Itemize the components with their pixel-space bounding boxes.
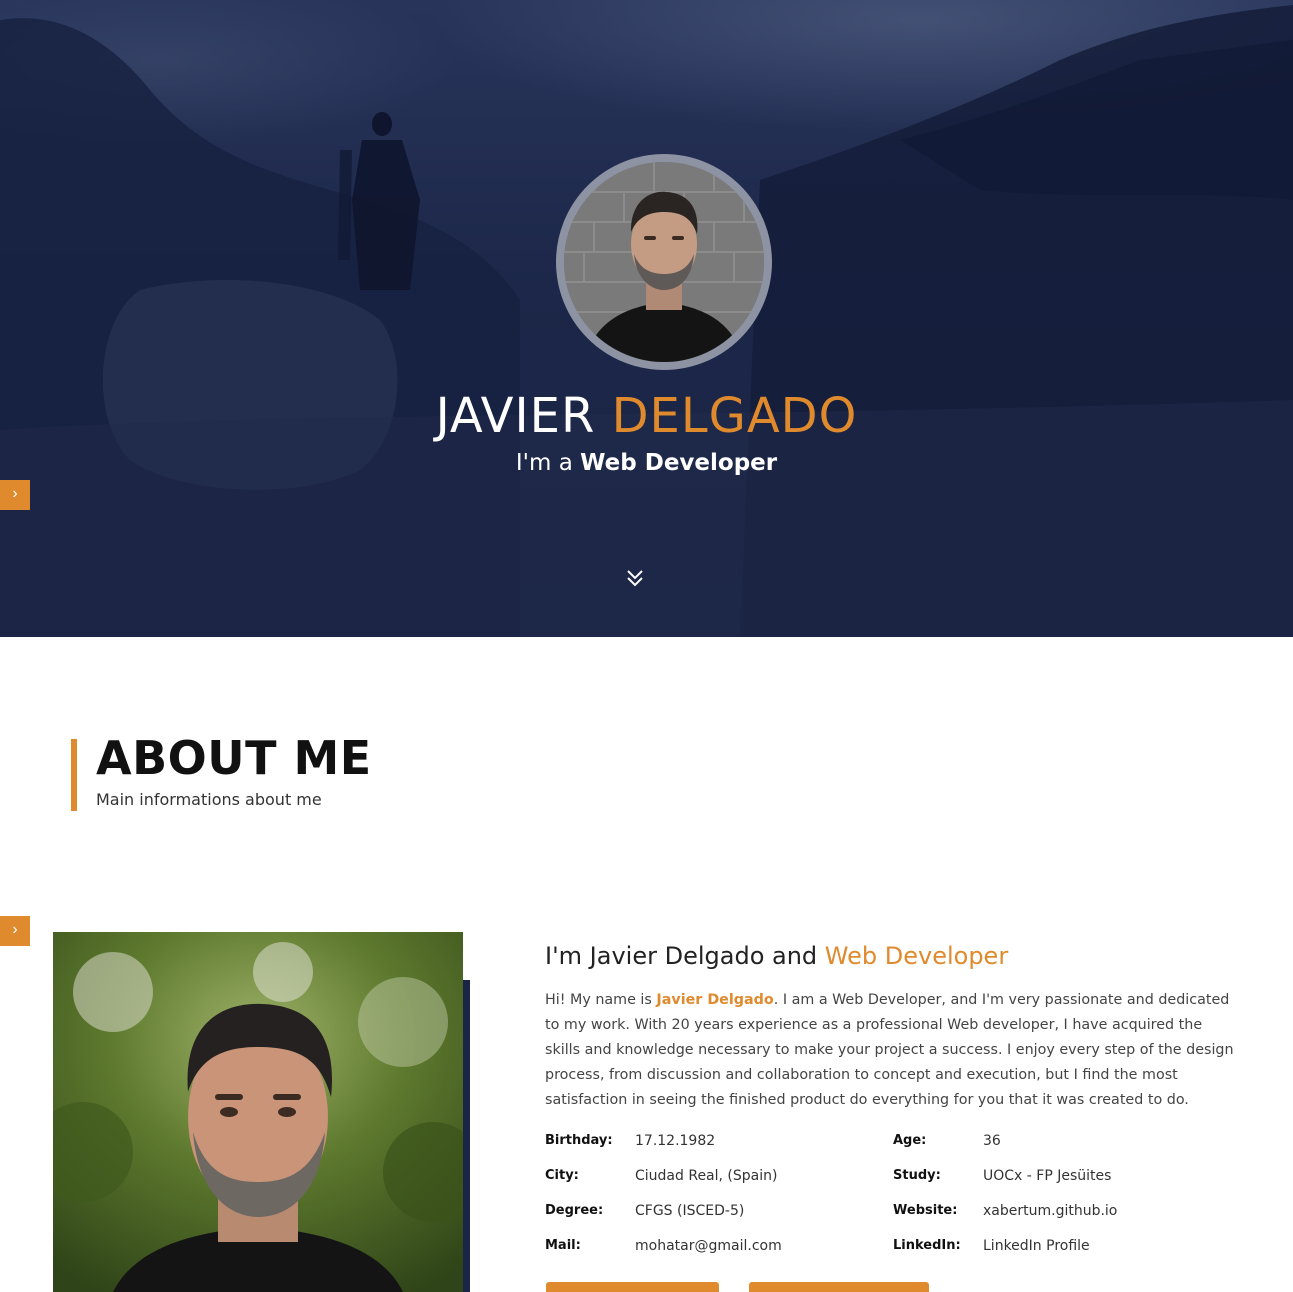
bio-text: . I am a Web Developer, and I'm very pas… bbox=[545, 992, 1234, 1108]
hero-subtitle-prefix: I'm a bbox=[515, 450, 573, 476]
secondary-action-button[interactable] bbox=[749, 1282, 929, 1292]
hero-subtitle: I'm a Web Developer bbox=[0, 448, 1293, 478]
sidebar-toggle-button[interactable]: › bbox=[0, 480, 30, 510]
sidebar-toggle-button-secondary[interactable]: › bbox=[0, 916, 30, 946]
scroll-down-button[interactable] bbox=[624, 567, 646, 589]
section-subtitle: Main informations about me bbox=[96, 790, 322, 809]
chevron-right-icon: › bbox=[12, 921, 18, 938]
hero-section: JAVIER DELGADO I'm a Web Developer › bbox=[0, 0, 1293, 637]
detail-value: CFGS (ISCED-5) bbox=[635, 1203, 745, 1219]
detail-label: Website: bbox=[893, 1203, 958, 1218]
hero-subtitle-role: Web Developer bbox=[580, 450, 778, 476]
detail-value: 17.12.1982 bbox=[635, 1133, 716, 1149]
about-heading-prefix: I'm Javier Delgado and bbox=[545, 942, 818, 970]
hero-first-name: JAVIER bbox=[435, 388, 596, 444]
website-link[interactable]: xabertum.github.io bbox=[983, 1203, 1117, 1219]
primary-action-button[interactable] bbox=[546, 1282, 719, 1292]
chevron-right-icon: › bbox=[12, 485, 18, 502]
detail-value: Ciudad Real, (Spain) bbox=[635, 1168, 778, 1184]
detail-label: Study: bbox=[893, 1168, 941, 1183]
section-title: ABOUT ME bbox=[96, 731, 372, 785]
hero-name: JAVIER DELGADO bbox=[0, 384, 1293, 448]
about-photo-frame bbox=[53, 932, 470, 1292]
email-link[interactable]: mohatar@gmail.com bbox=[635, 1238, 782, 1254]
hero-last-name: DELGADO bbox=[611, 388, 858, 444]
detail-label: Age: bbox=[893, 1133, 927, 1148]
detail-label: Degree: bbox=[545, 1203, 604, 1218]
detail-value: 36 bbox=[983, 1133, 1001, 1149]
bio-intro: Hi! My name is bbox=[545, 992, 652, 1008]
double-chevron-down-icon bbox=[627, 570, 643, 587]
about-bio: Hi! My name is Javier Delgado. I am a We… bbox=[545, 988, 1240, 1113]
detail-label: LinkedIn: bbox=[893, 1238, 961, 1253]
detail-label: City: bbox=[545, 1168, 579, 1183]
photo-accent-bar bbox=[463, 980, 470, 1292]
profile-avatar bbox=[556, 154, 772, 370]
detail-value: UOCx - FP Jesüites bbox=[983, 1168, 1112, 1184]
about-heading: I'm Javier Delgado and Web Developer bbox=[545, 942, 1008, 970]
about-section-header: ABOUT ME Main informations about me bbox=[71, 731, 371, 811]
linkedin-link[interactable]: LinkedIn Profile bbox=[983, 1238, 1090, 1254]
detail-label: Birthday: bbox=[545, 1133, 613, 1148]
about-photo bbox=[53, 932, 463, 1292]
about-heading-role: Web Developer bbox=[824, 942, 1009, 970]
detail-label: Mail: bbox=[545, 1238, 581, 1253]
bio-name: Javier Delgado bbox=[656, 992, 774, 1008]
